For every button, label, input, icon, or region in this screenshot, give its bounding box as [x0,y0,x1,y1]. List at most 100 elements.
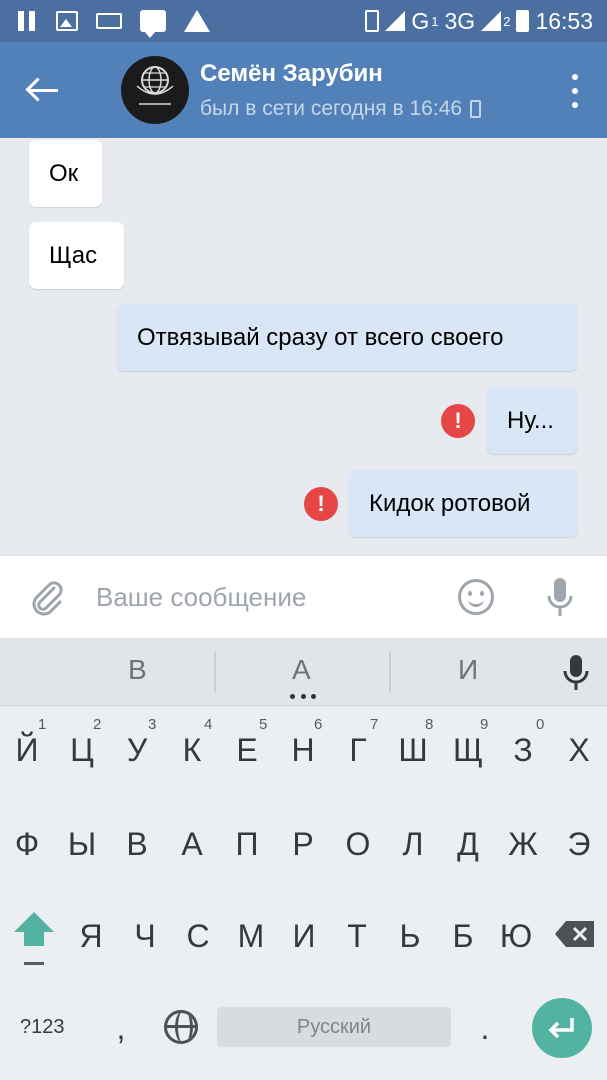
key[interactable]: Н [276,732,330,769]
globe-icon[interactable] [164,1010,198,1044]
contact-name[interactable]: Семён Зарубин [200,60,383,88]
key-number-hint: 5 [259,716,268,733]
key[interactable]: С [171,918,225,955]
key[interactable]: Щ [441,732,495,769]
key[interactable]: П [220,826,274,863]
message-bubble-outgoing[interactable]: Кидок ротовой [349,470,578,537]
key[interactable]: Ц [55,732,109,769]
key-number-hint: 0 [536,716,545,733]
key[interactable]: И [277,918,331,955]
message-text: Щас [49,241,98,269]
key-number-hint: 1 [38,716,47,733]
message-notification-icon [140,10,166,38]
key[interactable]: Х [552,732,606,769]
suggestion-strip: В А И [0,638,607,706]
key-number-hint: 4 [204,716,213,733]
key[interactable]: З [496,732,550,769]
status-bar: G 1 3G 2 16:53 [0,0,607,42]
key[interactable]: Б [436,918,490,955]
suggestion-divider [214,652,216,692]
key[interactable]: У [110,732,164,769]
key-number-hint: 2 [93,716,102,733]
battery-icon [516,10,530,32]
key[interactable]: О [331,826,385,863]
key[interactable]: Ф [0,826,54,863]
key-number-hint: 7 [370,716,379,733]
message-bubble-outgoing[interactable]: Ну... [487,387,578,454]
back-button[interactable] [20,68,68,112]
message-text: Ок [49,159,79,187]
backspace-key[interactable] [554,920,596,948]
message-text: Ну... [507,406,554,434]
key[interactable]: Р [276,826,330,863]
more-options-button[interactable] [565,74,585,108]
symbols-key[interactable]: ?123 [20,1016,65,1039]
paperclip-icon[interactable] [30,580,64,616]
key[interactable]: Ы [55,826,109,863]
key-number-hint: 6 [314,716,323,733]
wifi-signal-icon [385,11,406,31]
vibrate-icon [365,10,380,32]
key[interactable]: Ж [496,826,550,863]
voice-input-icon[interactable] [562,654,590,692]
enter-arrow-icon [548,1018,574,1039]
microphone-icon[interactable] [545,576,575,620]
send-error-icon[interactable]: ! [441,404,475,438]
key[interactable]: Э [552,826,606,863]
key[interactable]: Ч [118,918,172,955]
key-number-hint: 8 [425,716,434,733]
key[interactable]: К [165,732,219,769]
mobile-phone-icon [470,100,482,118]
message-text: Отвязывай сразу от всего своего [137,323,504,351]
chat-header: Семён Зарубин был в сети сегодня в 16:46 [0,42,607,138]
message-list[interactable]: Ок Щас Отвязывай сразу от всего своего !… [0,138,607,555]
key[interactable]: В [110,826,164,863]
shift-key[interactable] [12,910,56,970]
key[interactable]: Я [64,918,118,955]
space-key-label: Русский [296,1015,372,1038]
key[interactable]: Ь [383,918,437,955]
key[interactable]: Д [441,826,495,863]
cell-signal-icon [481,11,502,31]
pause-icon [18,11,38,31]
key[interactable]: Т [330,918,384,955]
message-composer: Ваше сообщение [0,555,607,638]
key[interactable]: Ю [489,918,543,955]
key[interactable]: Г [331,732,385,769]
enter-key[interactable] [532,998,592,1058]
space-key[interactable]: Русский [217,1007,451,1047]
suggestion-1[interactable]: В [128,654,147,686]
period-key[interactable]: . [458,1010,512,1047]
message-bubble-outgoing[interactable]: Отвязывай сразу от всего своего [117,304,578,371]
send-error-icon[interactable]: ! [304,487,338,521]
suggestion-divider [389,652,391,692]
key[interactable]: Й [0,732,54,769]
more-suggestions-dots[interactable] [290,694,316,700]
suggestion-3[interactable]: И [458,654,478,686]
key[interactable]: Л [386,826,440,863]
suggestion-2[interactable]: А [292,654,311,686]
key[interactable]: Е [220,732,274,769]
contact-status: был в сети сегодня в 16:46 [200,97,482,121]
on-screen-keyboard: В А И Й Ц У К Е Н Г Ш Щ З Х 1 2 3 4 5 6 … [0,638,607,1080]
back-arrow-icon [30,88,58,92]
warning-icon [184,10,210,32]
keyboard-notification-icon [96,13,122,29]
network-type-1: G [411,7,430,34]
emoji-icon[interactable] [458,579,494,615]
image-notification-icon [56,11,78,31]
message-input[interactable]: Ваше сообщение [96,582,306,613]
status-time: 16:53 [535,7,593,34]
sim-2-index: 2 [503,13,511,29]
key[interactable]: А [165,826,219,863]
avatar-globe-icon [136,66,174,105]
key-number-hint: 3 [148,716,157,733]
sim-1-index: 1 [431,13,439,29]
comma-key[interactable]: , [94,1010,148,1047]
network-type-2: 3G [444,7,476,34]
key[interactable]: М [224,918,278,955]
avatar[interactable] [121,56,189,124]
key[interactable]: Ш [386,732,440,769]
message-bubble-incoming[interactable]: Щас [29,222,124,289]
message-bubble-incoming[interactable]: Ок [29,140,102,207]
